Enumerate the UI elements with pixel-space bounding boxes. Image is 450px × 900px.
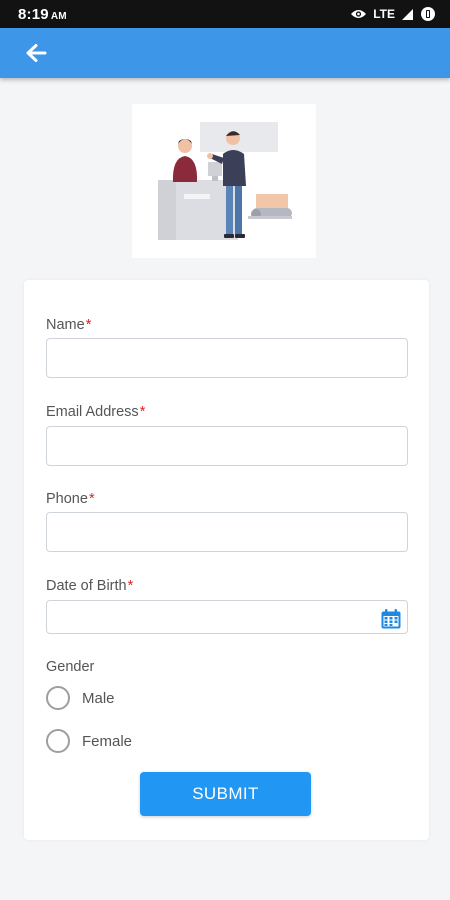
phone-input[interactable] [46,512,408,552]
required-mark: * [85,317,92,333]
email-input[interactable] [46,426,408,466]
dob-label-text: Date of Birth [46,578,127,594]
gender-option-male[interactable]: Male [46,686,115,710]
name-label-text: Name [46,317,85,333]
network-type: LTE [373,7,395,21]
required-mark: * [139,404,146,420]
radio-female-label: Female [82,732,133,750]
status-time-ampm: AM [50,10,67,22]
status-time-value: 8:19 [18,5,49,23]
reception-illustration [132,104,316,258]
email-label: Email Address* [46,404,145,420]
registration-form: Name* Email Address* Phone* Date of Birt… [24,280,429,840]
gender-option-female[interactable]: Female [46,729,132,753]
radio-male-label: Male [82,689,115,707]
signal-icon [402,8,413,20]
back-button[interactable] [22,39,50,67]
email-label-text: Email Address [46,404,139,420]
radio-male[interactable] [46,686,70,710]
name-label: Name* [46,317,91,333]
status-time: 8:19 AM [18,6,67,23]
name-input[interactable] [46,338,408,378]
radio-female[interactable] [46,729,70,753]
phone-label-text: Phone [46,491,88,507]
eye-icon [351,10,367,18]
dob-input[interactable] [46,600,408,634]
calendar-icon[interactable] [380,608,402,630]
status-bar: 8:19 AM LTE [0,0,450,28]
phone-label: Phone* [46,491,95,507]
battery-icon [421,7,435,21]
status-icons: LTE [350,6,436,22]
arrow-left-icon [26,44,47,62]
required-mark: * [88,491,95,507]
required-mark: * [127,578,134,594]
gender-label: Gender [46,659,95,675]
app-bar [0,28,450,78]
submit-button[interactable]: SUBMIT [140,772,311,816]
dob-label: Date of Birth* [46,578,133,594]
